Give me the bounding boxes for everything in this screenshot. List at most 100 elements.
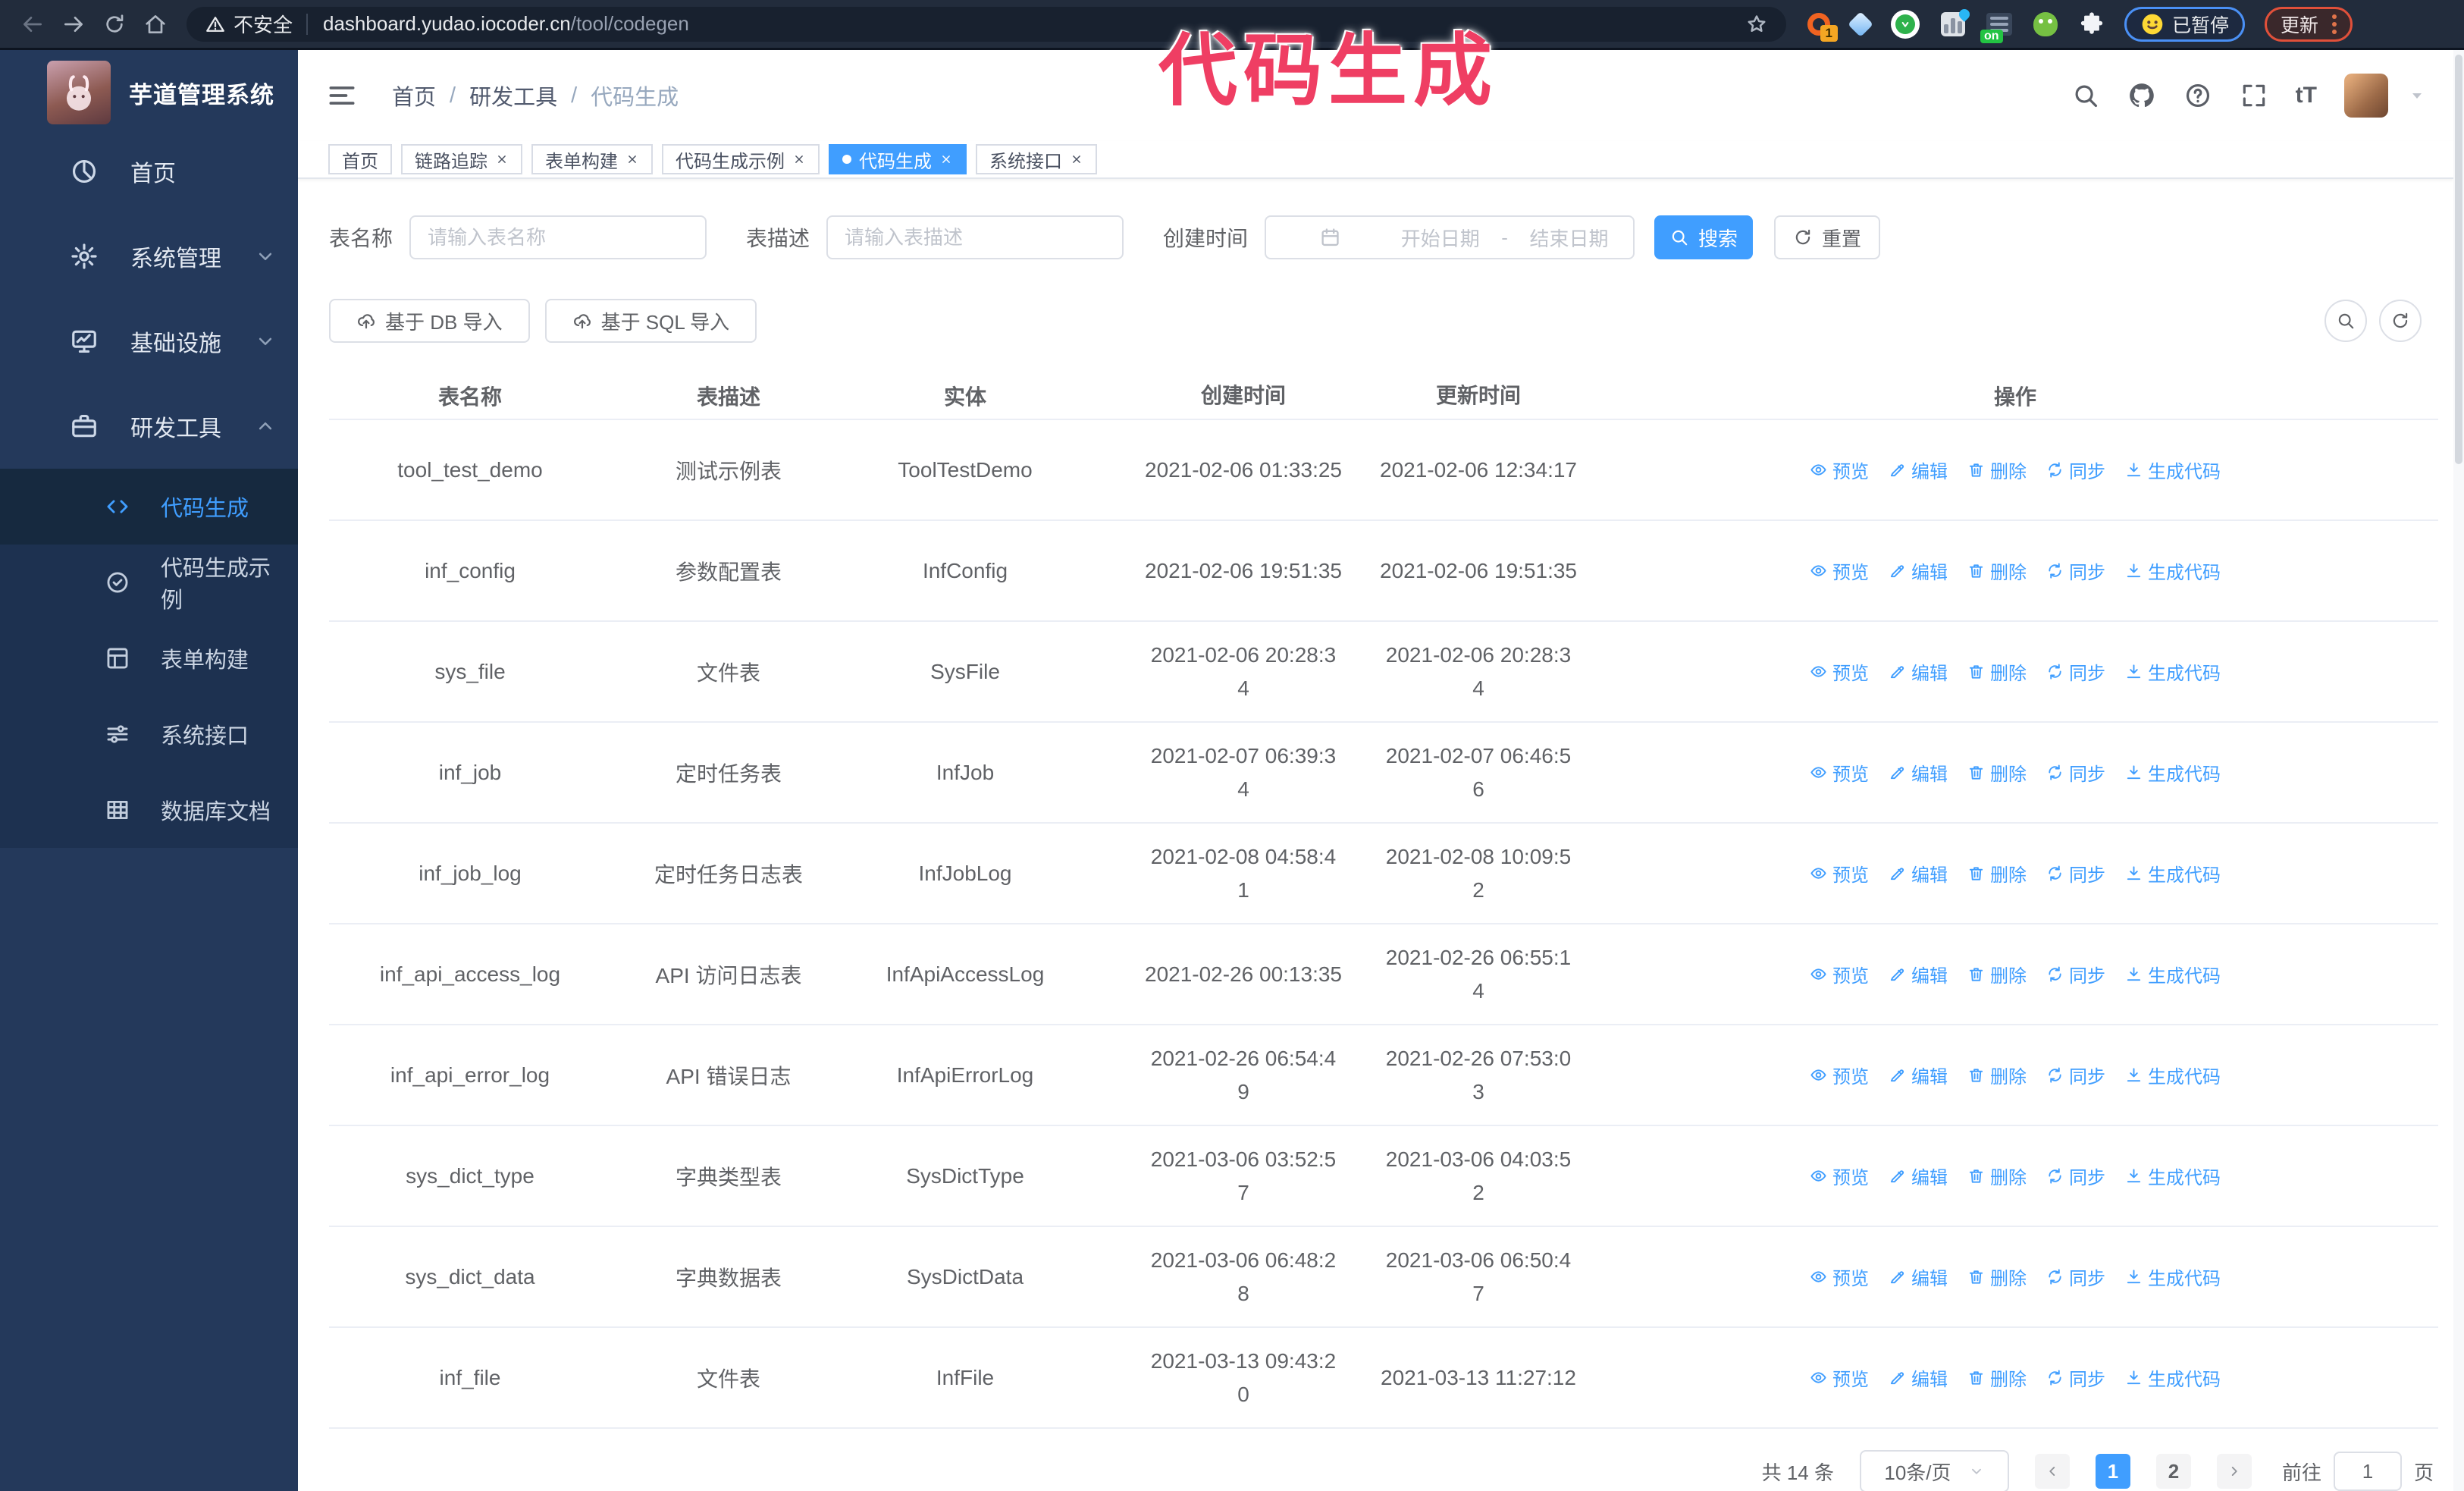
logo-row[interactable]: 芋道管理系统: [0, 50, 298, 126]
delete-link[interactable]: 删除: [1967, 557, 2027, 584]
sidebar-item-gear[interactable]: 系统管理: [0, 214, 298, 299]
tab-链路追踪[interactable]: 链路追踪: [401, 144, 522, 174]
generate-code-link[interactable]: 生成代码: [2125, 759, 2221, 786]
bookmark-star-icon[interactable]: [1745, 13, 1768, 36]
page-size-select[interactable]: 10条/页: [1859, 1450, 2009, 1491]
browser-reload-icon[interactable]: [94, 9, 135, 39]
close-icon[interactable]: [792, 152, 806, 166]
help-icon[interactable]: [2183, 81, 2212, 110]
search-button[interactable]: 搜索: [1654, 215, 1754, 259]
preview-link[interactable]: 预览: [1810, 1062, 1869, 1088]
preview-link[interactable]: 预览: [1810, 557, 1869, 584]
profile-paused-pill[interactable]: 已暂停: [2124, 6, 2246, 42]
edit-link[interactable]: 编辑: [1889, 860, 1948, 887]
tab-代码生成示例[interactable]: 代码生成示例: [662, 144, 820, 174]
preview-link[interactable]: 预览: [1810, 1364, 1869, 1391]
goto-page-input[interactable]: [2333, 1452, 2402, 1491]
generate-code-link[interactable]: 生成代码: [2125, 658, 2221, 685]
delete-link[interactable]: 删除: [1967, 961, 2027, 987]
generate-code-link[interactable]: 生成代码: [2125, 860, 2221, 887]
sidebar-subitem-code[interactable]: 代码生成: [0, 469, 298, 545]
sidebar-item-infra[interactable]: 基础设施: [0, 299, 298, 384]
fullscreen-icon[interactable]: [2240, 81, 2268, 110]
sidebar-subitem-form[interactable]: 表单构建: [0, 620, 298, 696]
address-bar[interactable]: 不安全 dashboard.yudao.iocoder.cn/tool/code…: [187, 6, 1786, 42]
close-icon[interactable]: [1070, 152, 1083, 166]
preview-link[interactable]: 预览: [1810, 457, 1869, 483]
generate-code-link[interactable]: 生成代码: [2125, 457, 2221, 483]
sync-link[interactable]: 同步: [2046, 1062, 2105, 1088]
sync-link[interactable]: 同步: [2046, 1263, 2105, 1290]
search-icon[interactable]: [2071, 81, 2100, 110]
delete-link[interactable]: 删除: [1967, 759, 2027, 786]
generate-code-link[interactable]: 生成代码: [2125, 557, 2221, 584]
toggle-search-button[interactable]: [2324, 300, 2367, 342]
sidebar-subitem-dbdoc[interactable]: 数据库文档: [0, 772, 298, 848]
sidebar-subitem-api[interactable]: 系统接口: [0, 696, 298, 772]
sync-link[interactable]: 同步: [2046, 457, 2105, 483]
close-icon[interactable]: [495, 152, 509, 166]
close-icon[interactable]: [625, 152, 639, 166]
extension-gem-icon[interactable]: [1848, 11, 1873, 37]
browser-home-icon[interactable]: [135, 9, 176, 39]
github-icon[interactable]: [2127, 81, 2156, 110]
sync-link[interactable]: 同步: [2046, 557, 2105, 584]
preview-link[interactable]: 预览: [1810, 658, 1869, 685]
sync-link[interactable]: 同步: [2046, 759, 2105, 786]
browser-forward-icon[interactable]: [53, 9, 94, 39]
browser-back-icon[interactable]: [12, 9, 53, 39]
preview-link[interactable]: 预览: [1810, 860, 1869, 887]
reset-button[interactable]: 重置: [1774, 215, 1881, 259]
font-size-icon[interactable]: tT: [2296, 83, 2317, 108]
chevron-down-icon[interactable]: [2408, 86, 2426, 105]
delete-link[interactable]: 删除: [1967, 1062, 2027, 1088]
delete-link[interactable]: 删除: [1967, 457, 2027, 483]
generate-code-link[interactable]: 生成代码: [2125, 1062, 2221, 1088]
scrollbar-thumb[interactable]: [2455, 55, 2462, 464]
sidebar-item-dashboard[interactable]: 首页: [0, 129, 298, 214]
edit-link[interactable]: 编辑: [1889, 658, 1948, 685]
next-page-button[interactable]: [2216, 1454, 2252, 1489]
close-icon[interactable]: [939, 152, 953, 166]
generate-code-link[interactable]: 生成代码: [2125, 1364, 2221, 1391]
sync-link[interactable]: 同步: [2046, 961, 2105, 987]
generate-code-link[interactable]: 生成代码: [2125, 961, 2221, 987]
tab-表单构建[interactable]: 表单构建: [531, 144, 653, 174]
table-desc-input[interactable]: [826, 215, 1124, 259]
edit-link[interactable]: 编辑: [1889, 1163, 1948, 1189]
generate-code-link[interactable]: 生成代码: [2125, 1263, 2221, 1290]
browser-update-button[interactable]: 更新: [2265, 6, 2353, 42]
prev-page-button[interactable]: [2034, 1454, 2070, 1489]
preview-link[interactable]: 预览: [1810, 961, 1869, 987]
page-button-1[interactable]: 1: [2095, 1454, 2130, 1489]
breadcrumb-item[interactable]: 首页: [392, 80, 436, 111]
extensions-puzzle-icon[interactable]: [2079, 11, 2105, 37]
sidebar-subitem-example[interactable]: 代码生成示例: [0, 545, 298, 620]
extension-orange-ring-icon[interactable]: 1: [1807, 12, 1838, 42]
table-name-input[interactable]: [409, 215, 707, 259]
extension-v-icon[interactable]: [1891, 9, 1920, 39]
import-db-button[interactable]: 基于 DB 导入: [329, 299, 530, 343]
preview-link[interactable]: 预览: [1810, 1163, 1869, 1189]
edit-link[interactable]: 编辑: [1889, 1263, 1948, 1290]
page-button-2[interactable]: 2: [2155, 1454, 2191, 1489]
extension-columns-icon[interactable]: [1941, 6, 1972, 36]
delete-link[interactable]: 删除: [1967, 860, 2027, 887]
sync-link[interactable]: 同步: [2046, 658, 2105, 685]
edit-link[interactable]: 编辑: [1889, 961, 1948, 987]
sidebar-item-tools[interactable]: 研发工具: [0, 384, 298, 469]
delete-link[interactable]: 删除: [1967, 1263, 2027, 1290]
sync-link[interactable]: 同步: [2046, 1163, 2105, 1189]
preview-link[interactable]: 预览: [1810, 1263, 1869, 1290]
edit-link[interactable]: 编辑: [1889, 457, 1948, 483]
import-sql-button[interactable]: 基于 SQL 导入: [544, 299, 757, 343]
tab-代码生成[interactable]: 代码生成: [829, 144, 967, 174]
edit-link[interactable]: 编辑: [1889, 557, 1948, 584]
sync-link[interactable]: 同步: [2046, 1364, 2105, 1391]
extension-ghost-icon[interactable]: [2033, 11, 2058, 36]
date-range-picker[interactable]: 开始日期 - 结束日期: [1265, 215, 1635, 259]
hamburger-icon[interactable]: [325, 79, 359, 112]
preview-link[interactable]: 预览: [1810, 759, 1869, 786]
edit-link[interactable]: 编辑: [1889, 1364, 1948, 1391]
edit-link[interactable]: 编辑: [1889, 1062, 1948, 1088]
